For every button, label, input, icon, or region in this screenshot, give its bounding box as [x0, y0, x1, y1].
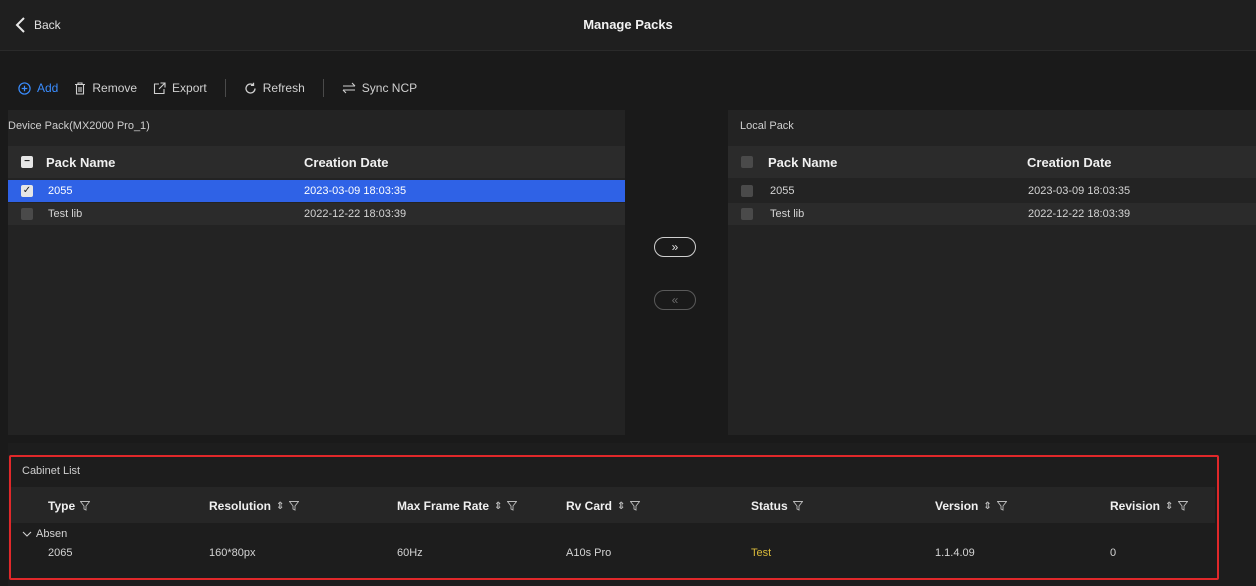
local-pack-header: Pack Name Creation Date: [728, 146, 1256, 178]
select-all-checkbox[interactable]: [741, 156, 753, 168]
back-button[interactable]: Back: [14, 0, 61, 50]
cell-frame-rate: 60Hz: [397, 547, 423, 559]
back-label: Back: [34, 18, 61, 32]
sort-icon[interactable]: ⇕: [1165, 501, 1173, 512]
filter-icon[interactable]: [80, 501, 91, 511]
refresh-label: Refresh: [262, 81, 305, 95]
filter-icon[interactable]: [630, 501, 641, 511]
table-row[interactable]: Test lib 2022-12-22 18:03:39: [728, 203, 1256, 225]
cell-revision: 0: [1110, 547, 1117, 559]
sort-icon[interactable]: ⇕: [494, 501, 502, 512]
creation-date: 2022-12-22 18:03:39: [1028, 208, 1131, 220]
add-button[interactable]: Add: [18, 81, 58, 95]
trash-icon: [75, 81, 86, 95]
double-chevron-left-icon: «: [671, 293, 679, 307]
row-checkbox[interactable]: [741, 208, 753, 220]
filter-icon[interactable]: [792, 501, 803, 511]
local-pack-panel: Local Pack Pack Name Creation Date 2055 …: [728, 110, 1256, 435]
col-pack-name: Pack Name: [46, 154, 116, 170]
pack-name: Test lib: [770, 208, 805, 220]
group-label: Absen: [36, 528, 68, 540]
move-to-local-button[interactable]: »: [654, 237, 696, 257]
col-resolution-label: Resolution: [209, 499, 271, 513]
cell-type: 2065: [48, 547, 73, 559]
col-max-frame-rate[interactable]: Max Frame Rate ⇕: [397, 499, 518, 513]
chevron-left-icon: [15, 17, 25, 33]
col-type[interactable]: Type: [48, 499, 91, 513]
device-pack-panel: Device Pack(MX2000 Pro_1) − Pack Name Cr…: [8, 110, 625, 435]
row-checkbox[interactable]: [21, 208, 33, 220]
cell-status: Test: [751, 547, 772, 559]
col-revision-label: Revision: [1110, 499, 1161, 513]
table-row[interactable]: 2065 160*80px 60Hz A10s Pro Test 1.1.4.0…: [11, 542, 1215, 564]
col-rv-card[interactable]: Rv Card ⇕: [566, 499, 641, 513]
sync-ncp-label: Sync NCP: [361, 81, 418, 95]
col-type-label: Type: [48, 499, 76, 513]
remove-button[interactable]: Remove: [74, 81, 137, 95]
plus-circle-icon: [18, 81, 31, 95]
col-pack-name: Pack Name: [768, 154, 838, 170]
col-status-label: Status: [751, 499, 788, 513]
pack-name: 2055: [770, 185, 795, 197]
toolbar: Add Remove Export Refresh Sync NCP: [0, 66, 433, 110]
col-version[interactable]: Version ⇕: [935, 499, 1007, 513]
pack-name: 2055: [48, 185, 73, 197]
export-button[interactable]: Export: [153, 81, 207, 95]
col-status[interactable]: Status: [751, 499, 803, 513]
sort-icon[interactable]: ⇕: [983, 501, 991, 512]
double-chevron-right-icon: »: [671, 240, 679, 254]
cell-resolution: 160*80px: [209, 547, 256, 559]
col-revision[interactable]: Revision ⇕: [1110, 499, 1189, 513]
filter-icon[interactable]: [507, 501, 518, 511]
pack-name: Test lib: [48, 208, 83, 220]
local-pack-title: Local Pack: [740, 120, 794, 132]
refresh-button[interactable]: Refresh: [244, 81, 305, 95]
col-resolution[interactable]: Resolution ⇕: [209, 499, 300, 513]
export-label: Export: [172, 81, 207, 95]
swap-icon: [342, 82, 356, 94]
device-pack-title: Device Pack(MX2000 Pro_1): [8, 120, 150, 132]
col-rv-card-label: Rv Card: [566, 499, 613, 513]
move-to-device-button[interactable]: «: [654, 290, 696, 310]
sort-icon[interactable]: ⇕: [617, 501, 625, 512]
cell-version: 1.1.4.09: [935, 547, 975, 559]
device-pack-header: − Pack Name Creation Date: [8, 146, 625, 178]
table-row[interactable]: Test lib 2022-12-22 18:03:39: [8, 203, 625, 225]
cell-rv-card: A10s Pro: [566, 547, 612, 559]
toolbar-divider: [322, 79, 324, 97]
filter-icon[interactable]: [1178, 501, 1189, 511]
row-checkbox[interactable]: [741, 185, 753, 197]
creation-date: 2022-12-22 18:03:39: [304, 208, 407, 220]
filter-icon[interactable]: [996, 501, 1007, 511]
title-bar: [0, 0, 1256, 51]
col-creation-date: Creation Date: [1027, 154, 1112, 170]
sort-icon[interactable]: ⇕: [276, 501, 284, 512]
col-version-label: Version: [935, 499, 979, 513]
group-absen[interactable]: Absen: [22, 528, 67, 540]
table-row[interactable]: ✓ 2055 2023-03-09 18:03:35: [8, 180, 625, 202]
cabinet-list-title: Cabinet List: [22, 465, 81, 477]
creation-date: 2023-03-09 18:03:35: [1028, 185, 1131, 197]
select-all-checkbox[interactable]: −: [21, 156, 33, 168]
add-label: Add: [37, 81, 59, 95]
sync-ncp-button[interactable]: Sync NCP: [342, 81, 417, 95]
toolbar-divider: [224, 79, 226, 97]
table-row[interactable]: 2055 2023-03-09 18:03:35: [728, 180, 1256, 202]
row-checkbox[interactable]: ✓: [21, 185, 33, 197]
creation-date: 2023-03-09 18:03:35: [304, 185, 407, 197]
remove-label: Remove: [92, 81, 138, 95]
refresh-icon: [245, 82, 256, 94]
export-icon: [153, 81, 166, 94]
filter-icon[interactable]: [289, 501, 300, 511]
chevron-down-icon: [22, 531, 32, 537]
col-frame-rate-label: Max Frame Rate: [397, 499, 490, 513]
col-creation-date: Creation Date: [304, 154, 389, 170]
